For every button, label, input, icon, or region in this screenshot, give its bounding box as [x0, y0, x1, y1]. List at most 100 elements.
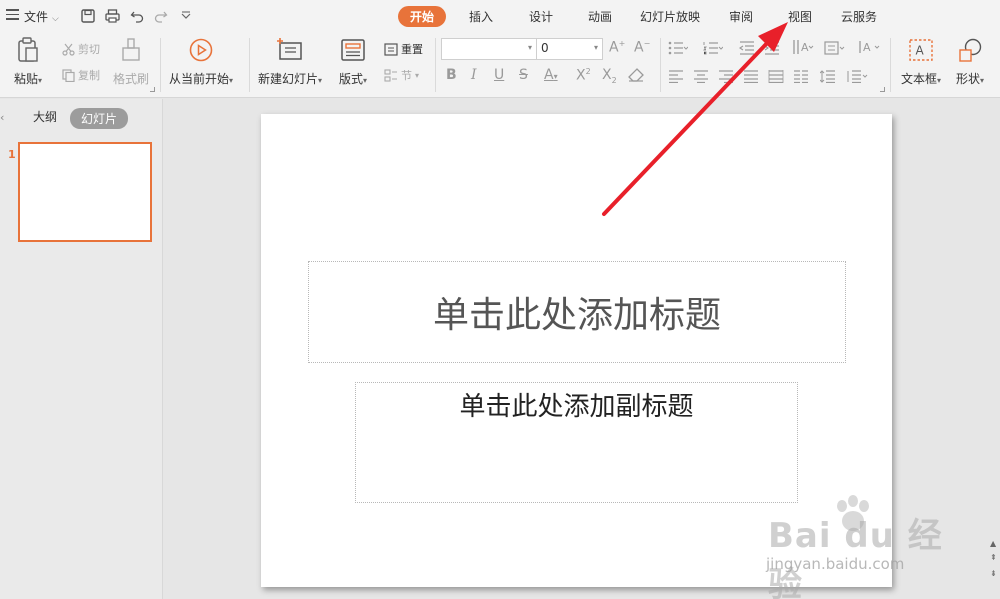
baidu-watermark: Bai du 经验 jingyan.baidu.com: [752, 495, 952, 599]
chevron-down-icon: ▾: [593, 43, 598, 52]
numbering-icon[interactable]: [703, 40, 724, 59]
play-from-current-button[interactable]: 从当前开始▾: [169, 36, 233, 87]
chevron-down-icon: ⌵: [52, 14, 59, 24]
text-box-button[interactable]: A 文本框▾: [901, 36, 941, 87]
save-icon[interactable]: [80, 8, 96, 24]
customize-icon[interactable]: [178, 8, 194, 24]
new-slide-icon: [258, 36, 322, 64]
vertical-scrollbar[interactable]: ▲ ⇞ ⇟: [989, 99, 1000, 599]
align-text-icon[interactable]: [824, 40, 846, 59]
file-menu-label: 文件: [24, 10, 49, 24]
increase-indent-icon[interactable]: [764, 40, 780, 59]
superscript-icon[interactable]: X2: [576, 67, 591, 84]
reset-button[interactable]: 重置: [384, 41, 423, 57]
font-size-value: 0: [541, 41, 549, 55]
tab-insert[interactable]: 插入: [469, 8, 493, 25]
title-placeholder-text: 单击此处添加标题: [432, 295, 721, 336]
dropdown-icon: ▾: [363, 76, 368, 85]
tab-home[interactable]: 开始: [398, 6, 447, 27]
scissors-icon: [62, 43, 75, 56]
layout-label: 版式: [339, 72, 364, 86]
underline-icon[interactable]: U: [494, 67, 504, 83]
ribbon-separator: [160, 38, 161, 92]
menu-icon[interactable]: [6, 9, 19, 20]
tab-design[interactable]: 设计: [529, 8, 553, 25]
shape-icon: [956, 36, 984, 64]
slide-navigation-pane: ‹ 大纲 幻灯片 1: [0, 99, 163, 599]
play-icon: [169, 36, 233, 64]
watermark-brand: Bai du 经验: [768, 516, 943, 599]
paragraph-group-launcher[interactable]: [880, 87, 885, 92]
justify-icon[interactable]: [743, 68, 759, 87]
font-name-combo[interactable]: ▾: [441, 38, 537, 60]
clear-format-icon[interactable]: [628, 68, 644, 86]
dropdown-icon: ▾: [318, 76, 323, 85]
scroll-bottom-icon[interactable]: ⇟: [990, 569, 997, 578]
watermark-url: jingyan.baidu.com: [766, 555, 905, 573]
copy-button[interactable]: 复制: [62, 67, 100, 83]
strikethrough-icon[interactable]: S: [519, 67, 528, 83]
text-direction-icon[interactable]: A: [792, 39, 814, 59]
align-right-icon[interactable]: [718, 68, 734, 87]
scroll-top-icon[interactable]: ⇞: [990, 553, 997, 562]
section-button[interactable]: 节 ▾: [384, 67, 419, 83]
paste-button[interactable]: 粘贴▾: [14, 36, 42, 87]
cut-button[interactable]: 剪切: [62, 41, 100, 57]
dropdown-icon: ▾: [229, 76, 234, 85]
decrease-indent-icon[interactable]: [739, 40, 755, 59]
format-painter-icon: [113, 36, 149, 64]
bullets-icon[interactable]: [668, 40, 689, 59]
clipboard-group-launcher[interactable]: [150, 87, 155, 92]
font-color-icon[interactable]: A▾: [544, 67, 558, 83]
text-box-label: 文本框: [901, 72, 938, 86]
line-spacing-icon[interactable]: A: [858, 39, 880, 59]
columns-icon[interactable]: [793, 68, 809, 87]
italic-icon[interactable]: I: [471, 67, 477, 83]
undo-icon[interactable]: [129, 8, 145, 24]
new-slide-button[interactable]: 新建幻灯片▾: [258, 36, 322, 87]
paste-icon: [14, 36, 42, 64]
dropdown-icon: ▾: [415, 70, 420, 80]
tab-animation[interactable]: 动画: [588, 8, 612, 25]
line-spacing-option-icon[interactable]: [846, 68, 868, 87]
title-placeholder[interactable]: 单击此处添加标题: [308, 261, 846, 363]
svg-text:A: A: [916, 44, 925, 58]
shape-button[interactable]: 形状▾: [956, 36, 984, 87]
title-bar: 文件 ⌵ 开始 插入 设计 动画 幻灯片放映 审阅 视图 云服务: [0, 0, 1000, 32]
layout-icon: [339, 36, 367, 64]
subscript-icon[interactable]: X2: [602, 67, 617, 85]
align-left-icon[interactable]: [668, 68, 684, 87]
bold-icon[interactable]: B: [446, 67, 457, 83]
section-icon: [384, 68, 397, 82]
ribbon-separator: [660, 38, 661, 92]
collapse-pane-icon[interactable]: ‹: [0, 111, 4, 124]
tab-review[interactable]: 审阅: [729, 8, 753, 25]
distribute-icon[interactable]: [768, 68, 784, 87]
ribbon-tabs: 开始 插入 设计 动画 幻灯片放映 审阅 视图 云服务: [0, 0, 1000, 32]
redo-icon[interactable]: [153, 8, 169, 24]
copy-icon: [62, 68, 75, 82]
layout-button[interactable]: 版式▾: [339, 36, 367, 87]
print-icon[interactable]: [104, 8, 120, 24]
svg-text:A: A: [863, 41, 871, 54]
ribbon-separator: [435, 38, 436, 92]
subtitle-placeholder[interactable]: 单击此处添加副标题: [355, 382, 798, 503]
tab-slideshow[interactable]: 幻灯片放映: [640, 8, 700, 25]
tab-cloud-service[interactable]: 云服务: [841, 8, 877, 25]
slide-number: 1: [8, 148, 16, 161]
scroll-up-icon[interactable]: ▲: [990, 539, 996, 548]
dropdown-icon: ▾: [980, 76, 985, 85]
shrink-font-icon[interactable]: A−: [634, 39, 650, 56]
new-slide-label: 新建幻灯片: [258, 72, 319, 86]
tab-slides[interactable]: 幻灯片: [70, 108, 129, 129]
font-size-combo[interactable]: 0 ▾: [536, 38, 603, 60]
align-center-icon[interactable]: [693, 68, 709, 87]
tab-outline[interactable]: 大纲: [33, 108, 57, 125]
grow-font-icon[interactable]: A+: [609, 39, 625, 56]
file-menu[interactable]: 文件 ⌵: [24, 8, 59, 25]
format-painter-button[interactable]: 格式刷: [113, 36, 149, 87]
paragraph-spacing-icon[interactable]: [819, 68, 836, 87]
tab-view[interactable]: 视图: [788, 8, 812, 25]
slide-thumbnail[interactable]: [18, 142, 152, 242]
format-painter-label: 格式刷: [113, 72, 150, 86]
